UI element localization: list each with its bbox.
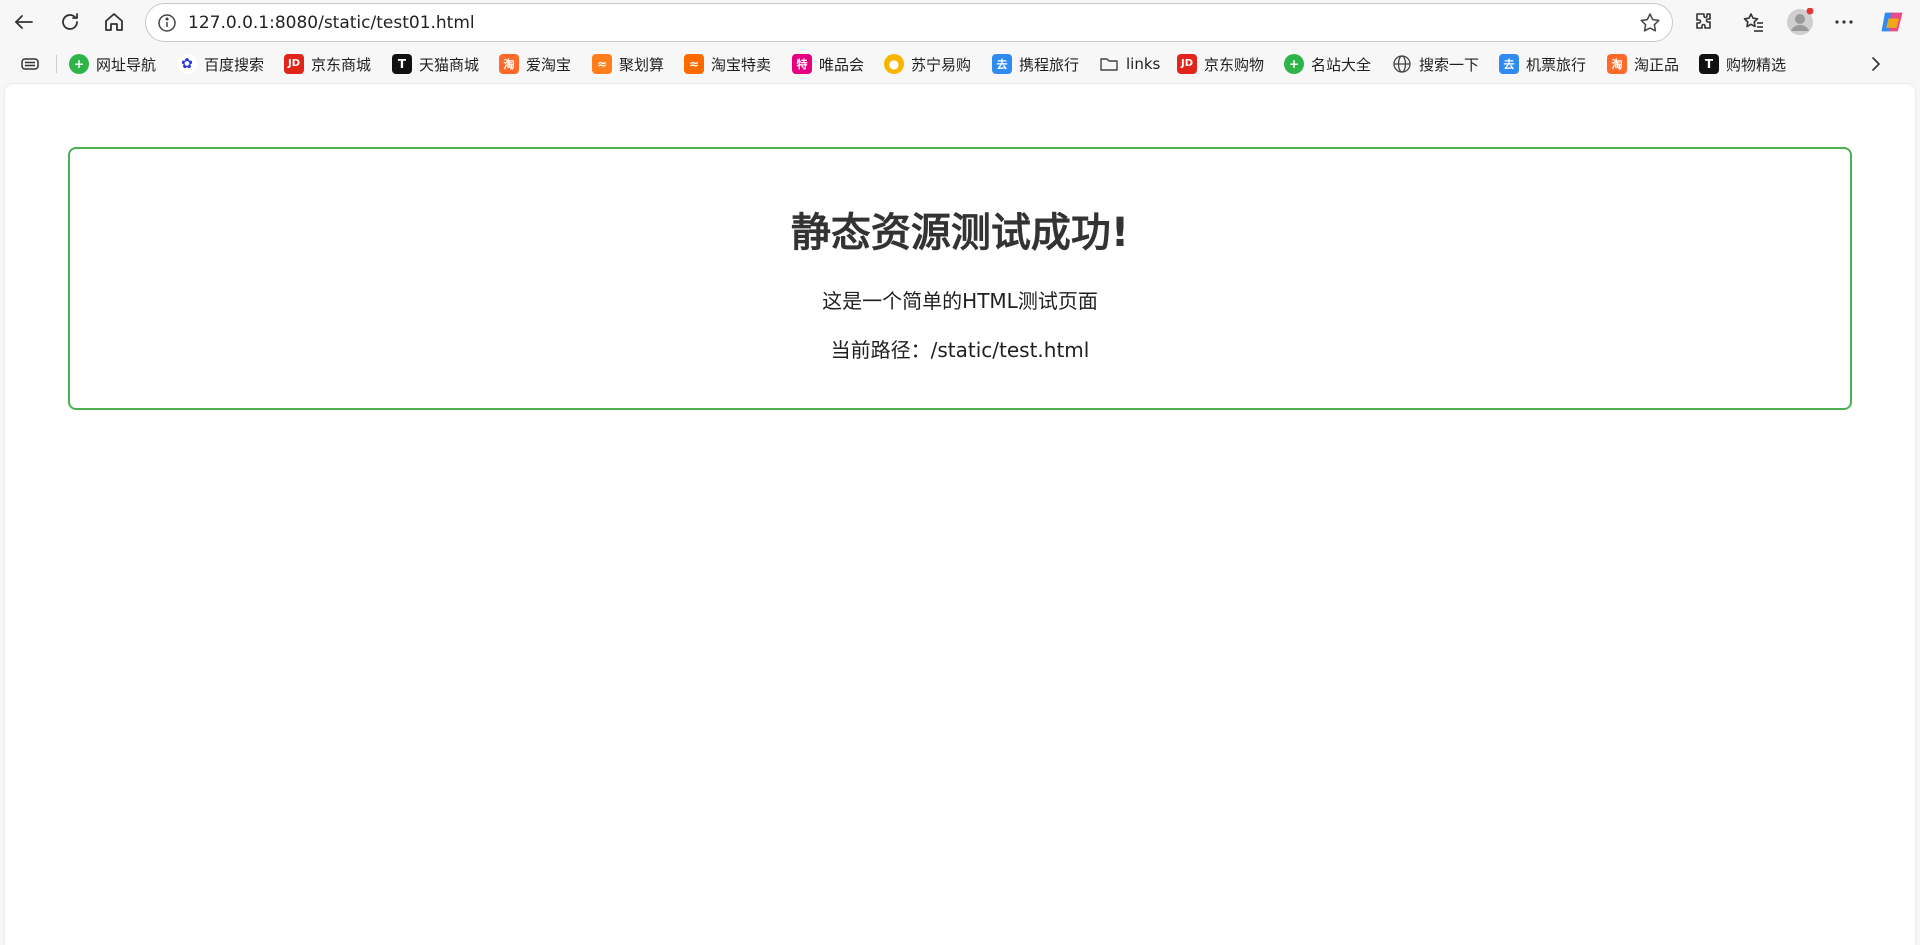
avatar-icon	[1787, 8, 1814, 35]
bookmark-label: 天猫商城	[419, 55, 480, 74]
taobao-sale-icon: ≈	[684, 54, 704, 74]
page-title: 静态资源测试成功!	[790, 210, 1130, 256]
bookmark-web-nav[interactable]: + 网址导航	[69, 50, 156, 78]
back-button[interactable]	[6, 4, 42, 40]
taozhengpin-icon: 淘	[1607, 54, 1627, 74]
extensions-button[interactable]	[1686, 4, 1722, 40]
bookmark-taobao-sale[interactable]: ≈ 淘宝特卖	[684, 50, 771, 78]
page-description: 这是一个简单的HTML测试页面	[822, 289, 1098, 313]
bookmark-label: 购物精选	[1726, 55, 1787, 74]
bookmark-jd[interactable]: JD 京东商城	[284, 50, 371, 78]
bookmark-suning[interactable]: ● 苏宁易购	[884, 50, 971, 78]
bookmark-label: 百度搜索	[204, 55, 265, 74]
jd-shopping-icon: JD	[1177, 54, 1197, 74]
favorite-star-icon[interactable]	[1638, 11, 1662, 35]
bookmark-vip[interactable]: 特 唯品会	[792, 50, 864, 78]
bookmark-folder-links[interactable]: links	[1099, 50, 1160, 78]
globe-icon	[1393, 55, 1411, 73]
bookmark-label: 网址导航	[96, 55, 157, 74]
bookmark-label: 淘宝特卖	[711, 55, 772, 74]
bookmark-label: 京东购物	[1204, 55, 1265, 74]
tab-actions-icon	[21, 58, 39, 70]
bookmark-shopping-select[interactable]: T 购物精选	[1699, 50, 1786, 78]
bookmark-taozhengpin[interactable]: 淘 淘正品	[1607, 50, 1679, 78]
shopping-select-icon: T	[1699, 54, 1719, 74]
bookmark-flight[interactable]: 去 机票旅行	[1499, 50, 1586, 78]
flight-icon: 去	[1499, 54, 1519, 74]
chevron-right-icon	[1872, 57, 1880, 71]
bookmark-label: 苏宁易购	[911, 55, 972, 74]
url-input[interactable]	[188, 10, 1588, 36]
bookmark-jd-shopping[interactable]: JD 京东购物	[1177, 50, 1264, 78]
bookmark-label: 搜索一下	[1419, 55, 1480, 74]
bookmark-label: 淘正品	[1634, 55, 1680, 74]
bookmark-label: 爱淘宝	[526, 55, 572, 74]
bookmarks-overflow-button[interactable]	[1866, 50, 1886, 78]
bookmarks-bar: + 网址导航 ✿ 百度搜索 JD 京东商城 T 天猫商城 淘 爱淘宝 ≈ 聚划算…	[0, 47, 1920, 81]
ctrip-icon: 去	[992, 54, 1012, 74]
ellipsis-icon	[1835, 20, 1853, 24]
copilot-icon	[1881, 12, 1903, 32]
bookmark-tmall[interactable]: T 天猫商城	[392, 50, 479, 78]
web-nav-icon: +	[69, 54, 89, 74]
reading-view-button[interactable]	[19, 50, 41, 78]
folder-icon	[1100, 58, 1118, 71]
back-arrow-icon	[15, 15, 33, 29]
jd-icon: JD	[284, 54, 304, 74]
success-card: 静态资源测试成功! 这是一个简单的HTML测试页面 当前路径：/static/t…	[68, 147, 1852, 410]
bookmark-label: 京东商城	[311, 55, 372, 74]
refresh-button[interactable]	[52, 4, 88, 40]
address-bar[interactable]	[145, 3, 1673, 42]
juhuasuan-icon: ≈	[592, 54, 612, 74]
bookmark-baidu[interactable]: ✿ 百度搜索	[177, 50, 264, 78]
favorites-list-icon	[1743, 13, 1763, 32]
bookmark-search[interactable]: 搜索一下	[1392, 50, 1479, 78]
baidu-icon: ✿	[177, 54, 197, 74]
home-button[interactable]	[96, 4, 132, 40]
bookmark-label: 聚划算	[619, 55, 665, 74]
favorites-button[interactable]	[1736, 4, 1772, 40]
bookmark-label: 携程旅行	[1019, 55, 1080, 74]
current-path-text: 当前路径：/static/test.html	[830, 338, 1090, 362]
puzzle-icon	[1696, 13, 1711, 29]
bookmark-label: 名站大全	[1311, 55, 1372, 74]
refresh-icon	[62, 13, 78, 30]
aitaobao-icon: 淘	[499, 54, 519, 74]
vip-icon: 特	[792, 54, 812, 74]
bookmark-ctrip[interactable]: 去 携程旅行	[992, 50, 1079, 78]
bookmark-juhuasuan[interactable]: ≈ 聚划算	[592, 50, 664, 78]
bookmark-label: 机票旅行	[1526, 55, 1587, 74]
bookmarks-divider	[56, 55, 57, 73]
profile-button[interactable]	[1782, 4, 1818, 40]
bookmark-label: 唯品会	[819, 55, 865, 74]
site-info-icon[interactable]	[156, 12, 178, 34]
suning-icon: ●	[884, 54, 904, 74]
bookmark-site-list[interactable]: + 名站大全	[1284, 50, 1371, 78]
bookmark-aitaobao[interactable]: 淘 爱淘宝	[499, 50, 571, 78]
copilot-button[interactable]	[1874, 4, 1910, 40]
site-list-icon: +	[1284, 54, 1304, 74]
home-icon	[105, 13, 123, 31]
page-viewport: 静态资源测试成功! 这是一个简单的HTML测试页面 当前路径：/static/t…	[5, 84, 1915, 945]
tmall-icon: T	[392, 54, 412, 74]
more-menu-button[interactable]	[1826, 4, 1862, 40]
browser-toolbar	[0, 0, 1920, 44]
bookmark-label: links	[1126, 55, 1161, 73]
